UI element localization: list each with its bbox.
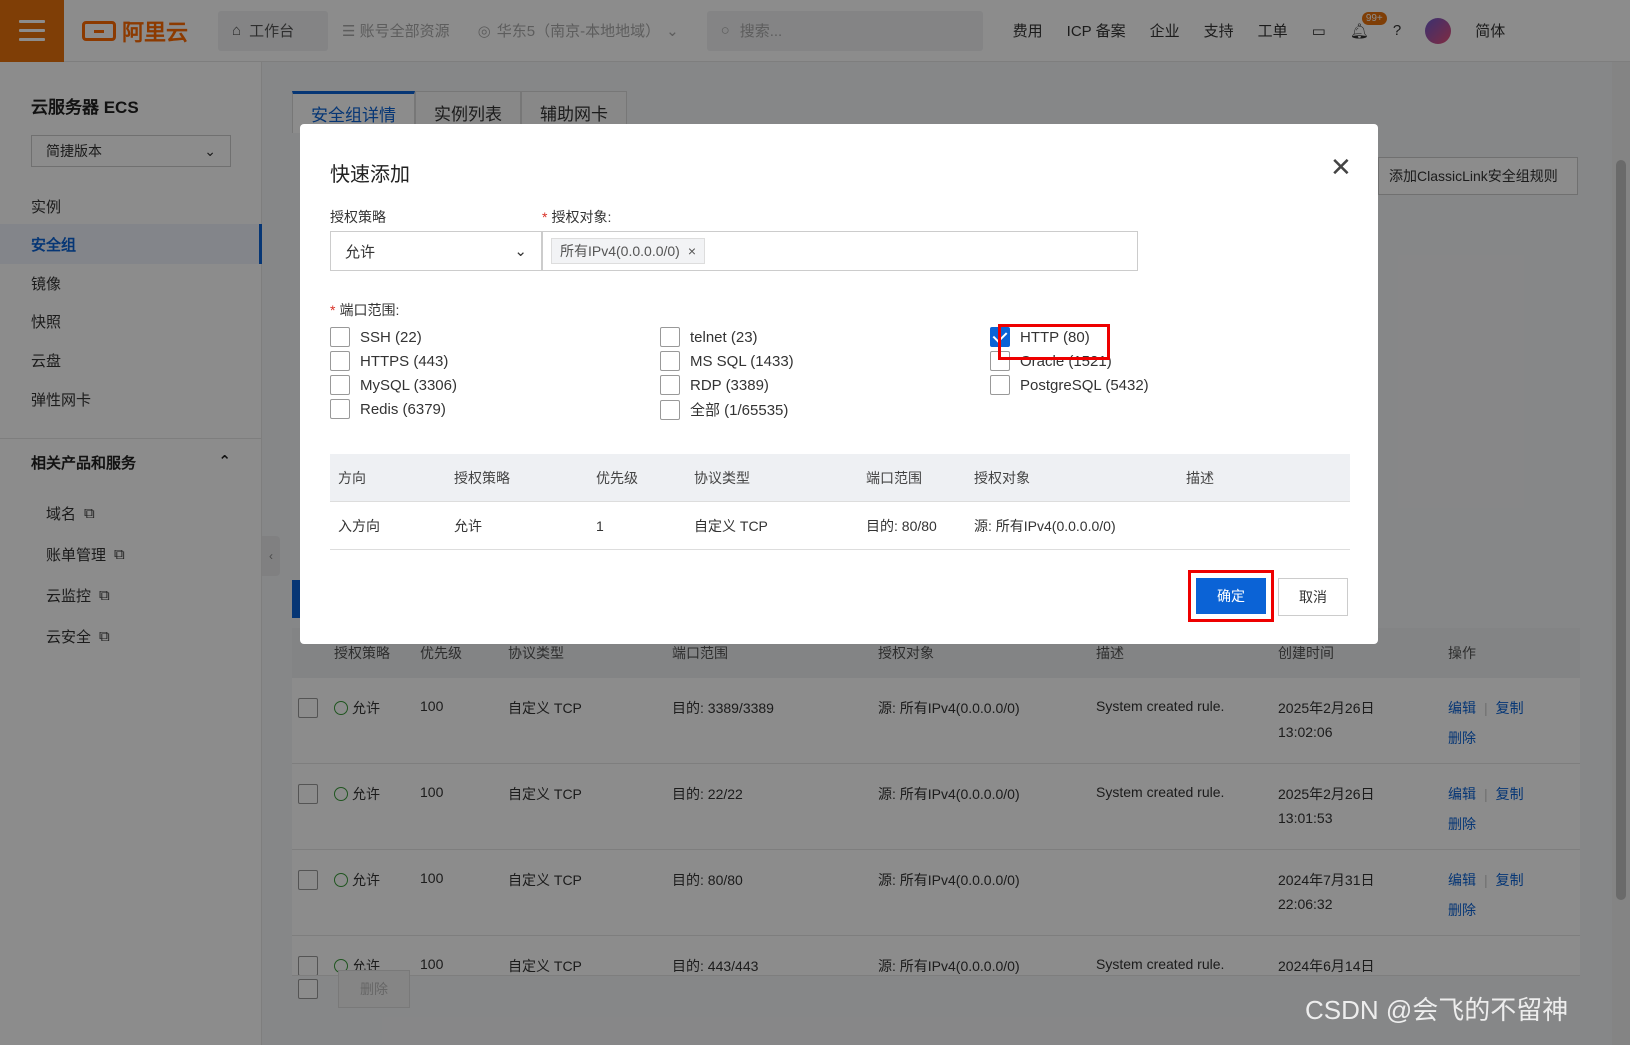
target-tag: 所有IPv4(0.0.0.0/0) × (551, 238, 706, 264)
checkbox[interactable] (330, 327, 350, 347)
port-option-mysql[interactable]: MySQL (3306) (330, 375, 457, 395)
quick-add-dialog: 快速添加 ✕ 授权策略 允许 ⌄ * 授权对象: 所有IPv4(0.0.0.0/0)… (300, 124, 1378, 644)
port-option-ssh[interactable]: SSH (22) (330, 327, 422, 347)
http-highlight-box (998, 324, 1110, 360)
port-option-label: HTTPS (443) (360, 352, 449, 370)
checkbox[interactable] (990, 375, 1010, 395)
checkbox[interactable] (660, 375, 680, 395)
cell-protocol: 自定义 TCP (694, 517, 768, 534)
watermark: CSDN @会飞的不留神 (1305, 995, 1569, 1025)
port-option-label: RDP (3389) (690, 376, 769, 394)
cell-priority: 1 (596, 517, 604, 534)
cell-policy: 允许 (454, 517, 482, 534)
policy-label: 授权策略 (330, 209, 386, 225)
cell-port: 目的: 80/80 (866, 517, 937, 534)
col-protocol: 协议类型 (694, 469, 750, 486)
target-input[interactable]: 所有IPv4(0.0.0.0/0) × (542, 231, 1138, 271)
port-option-label: PostgreSQL (5432) (1020, 376, 1149, 394)
port-option-label: SSH (22) (360, 328, 422, 346)
confirm-button[interactable]: 确定 (1196, 578, 1266, 614)
col-desc: 描述 (1186, 469, 1214, 486)
col-direction: 方向 (338, 469, 366, 486)
port-option-rdp[interactable]: RDP (3389) (660, 375, 769, 395)
col-port: 端口范围 (866, 469, 922, 486)
col-priority: 优先级 (596, 469, 638, 486)
cancel-button[interactable]: 取消 (1278, 578, 1348, 616)
cell-direction: 入方向 (338, 517, 380, 534)
port-label-wrap: * 端口范围: (330, 300, 399, 320)
required-mark: * (542, 209, 548, 225)
checkbox[interactable] (660, 351, 680, 371)
cell-target: 源: 所有IPv4(0.0.0.0/0) (974, 517, 1116, 534)
port-option-label: 全部 (1/65535) (690, 402, 789, 419)
port-option-label: Redis (6379) (360, 400, 446, 418)
policy-value: 允许 (345, 243, 376, 261)
checkbox[interactable] (330, 375, 350, 395)
port-option-redis[interactable]: Redis (6379) (330, 399, 446, 419)
checkbox[interactable] (330, 399, 350, 419)
port-option-all[interactable]: 全部 (1/65535) (660, 399, 788, 420)
port-option-telnet[interactable]: telnet (23) (660, 327, 758, 347)
target-label-wrap: * 授权对象: (542, 207, 611, 227)
port-option-postgresql[interactable]: PostgreSQL (5432) (990, 375, 1149, 395)
port-option-label: MS SQL (1433) (690, 352, 794, 370)
target-tag-label: 所有IPv4(0.0.0.0/0) (560, 243, 680, 259)
target-label: 授权对象: (551, 209, 612, 225)
checkbox[interactable] (330, 351, 350, 371)
required-mark: * (330, 302, 336, 318)
preview-rules-table: 方向 授权策略 优先级 协议类型 端口范围 授权对象 描述 入方向 允许 1 自… (330, 454, 1350, 550)
col-target: 授权对象 (974, 469, 1030, 486)
policy-select[interactable]: 允许 ⌄ (330, 231, 542, 271)
tag-close-icon[interactable]: × (688, 243, 696, 259)
port-label: 端口范围: (339, 302, 400, 318)
chevron-down-icon: ⌄ (514, 243, 527, 260)
port-option-label: MySQL (3306) (360, 376, 457, 394)
port-option-label: telnet (23) (690, 328, 758, 346)
close-icon[interactable]: ✕ (1330, 154, 1352, 180)
port-option-https[interactable]: HTTPS (443) (330, 351, 448, 371)
checkbox[interactable] (660, 399, 680, 420)
checkbox[interactable] (660, 327, 680, 347)
table-header: 方向 授权策略 优先级 协议类型 端口范围 授权对象 描述 (330, 454, 1350, 502)
table-row: 入方向 允许 1 自定义 TCP 目的: 80/80 源: 所有IPv4(0.0… (330, 502, 1350, 550)
port-option-mssql[interactable]: MS SQL (1433) (660, 351, 794, 371)
col-policy: 授权策略 (454, 469, 510, 486)
dialog-title: 快速添加 (330, 164, 410, 186)
